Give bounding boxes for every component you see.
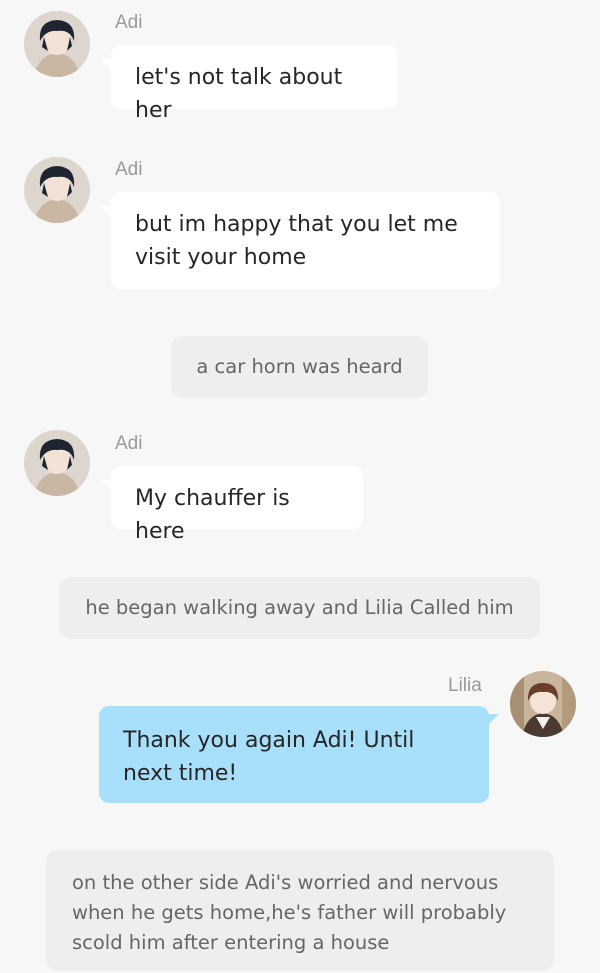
lilia-avatar[interactable] xyxy=(510,671,576,737)
narration-bubble[interactable]: a car horn was heard xyxy=(171,336,428,398)
sender-name: Adi xyxy=(115,159,143,180)
message-bubble[interactable]: let's not talk about her xyxy=(100,45,397,123)
narration-bubble[interactable]: he began walking away and Lilia Called h… xyxy=(59,577,540,639)
adi-avatar[interactable] xyxy=(24,430,90,496)
message-bubble[interactable]: My chauffer is here xyxy=(100,466,363,544)
sender-name: Adi xyxy=(115,12,143,33)
message-bubble[interactable]: Thank you again Adi! Until next time! xyxy=(99,706,499,803)
sender-name: Adi xyxy=(115,433,143,454)
sender-name: Lilia xyxy=(448,675,482,696)
adi-avatar[interactable] xyxy=(24,157,90,223)
narration-bubble[interactable]: on the other side Adi's worried and nerv… xyxy=(46,850,554,971)
adi-avatar[interactable] xyxy=(24,11,90,77)
message-bubble[interactable]: but im happy that you let me visit your … xyxy=(100,192,500,289)
